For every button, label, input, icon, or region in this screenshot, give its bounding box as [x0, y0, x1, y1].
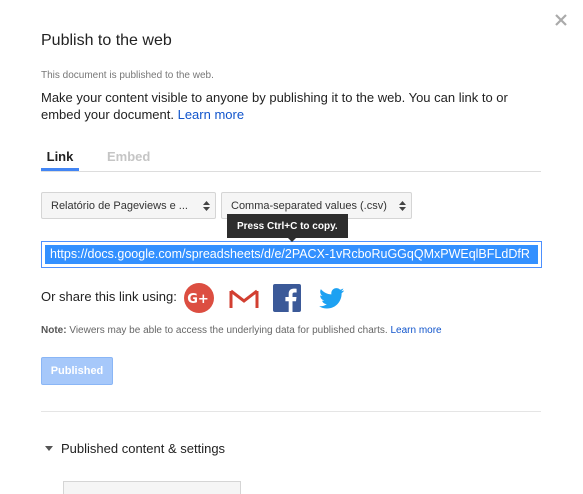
copy-tooltip: Press Ctrl+C to copy.	[227, 214, 348, 238]
svg-text:G+: G+	[187, 292, 209, 307]
section-label: Published content & settings	[61, 441, 226, 456]
share-label: Or share this link using:	[41, 289, 177, 304]
format-select-value: Comma-separated values (.csv)	[231, 199, 387, 212]
description-text: Make your content visible to anyone by p…	[41, 90, 508, 122]
published-url-field[interactable]: https://docs.google.com/spreadsheets/d/e…	[41, 241, 542, 268]
tooltip-arrow	[287, 237, 297, 242]
learn-more-link[interactable]: Learn more	[178, 107, 244, 122]
google-plus-icon[interactable]: G+	[184, 283, 214, 313]
sheet-select[interactable]: Relatório de Pageviews e ...	[41, 192, 216, 219]
published-content-settings-toggle[interactable]: Published content & settings	[45, 441, 225, 456]
published-url[interactable]: https://docs.google.com/spreadsheets/d/e…	[45, 245, 538, 264]
tab-divider	[41, 171, 541, 172]
tab-link[interactable]: Link	[41, 149, 79, 164]
note-learn-more-link[interactable]: Learn more	[390, 325, 441, 336]
note: Note: Viewers may be able to access the …	[41, 325, 442, 336]
dialog-title: Publish to the web	[41, 32, 172, 49]
twitter-icon[interactable]	[316, 283, 346, 313]
sheet-select-value: Relatório de Pageviews e ...	[51, 199, 188, 212]
note-label: Note:	[41, 325, 67, 336]
dropdown-arrows-icon	[203, 200, 210, 212]
section-divider	[41, 411, 541, 412]
dropdown-arrows-icon	[399, 200, 406, 212]
close-icon[interactable]	[553, 12, 569, 28]
triangle-down-icon	[45, 446, 53, 451]
publish-description: Make your content visible to anyone by p…	[41, 89, 531, 123]
facebook-icon[interactable]	[272, 283, 302, 313]
publish-status: This document is published to the web.	[41, 70, 214, 81]
published-button[interactable]: Published	[41, 357, 113, 385]
tab-embed[interactable]: Embed	[107, 149, 150, 164]
note-text: Viewers may be able to access the underl…	[69, 325, 388, 336]
gmail-icon[interactable]	[229, 283, 259, 313]
